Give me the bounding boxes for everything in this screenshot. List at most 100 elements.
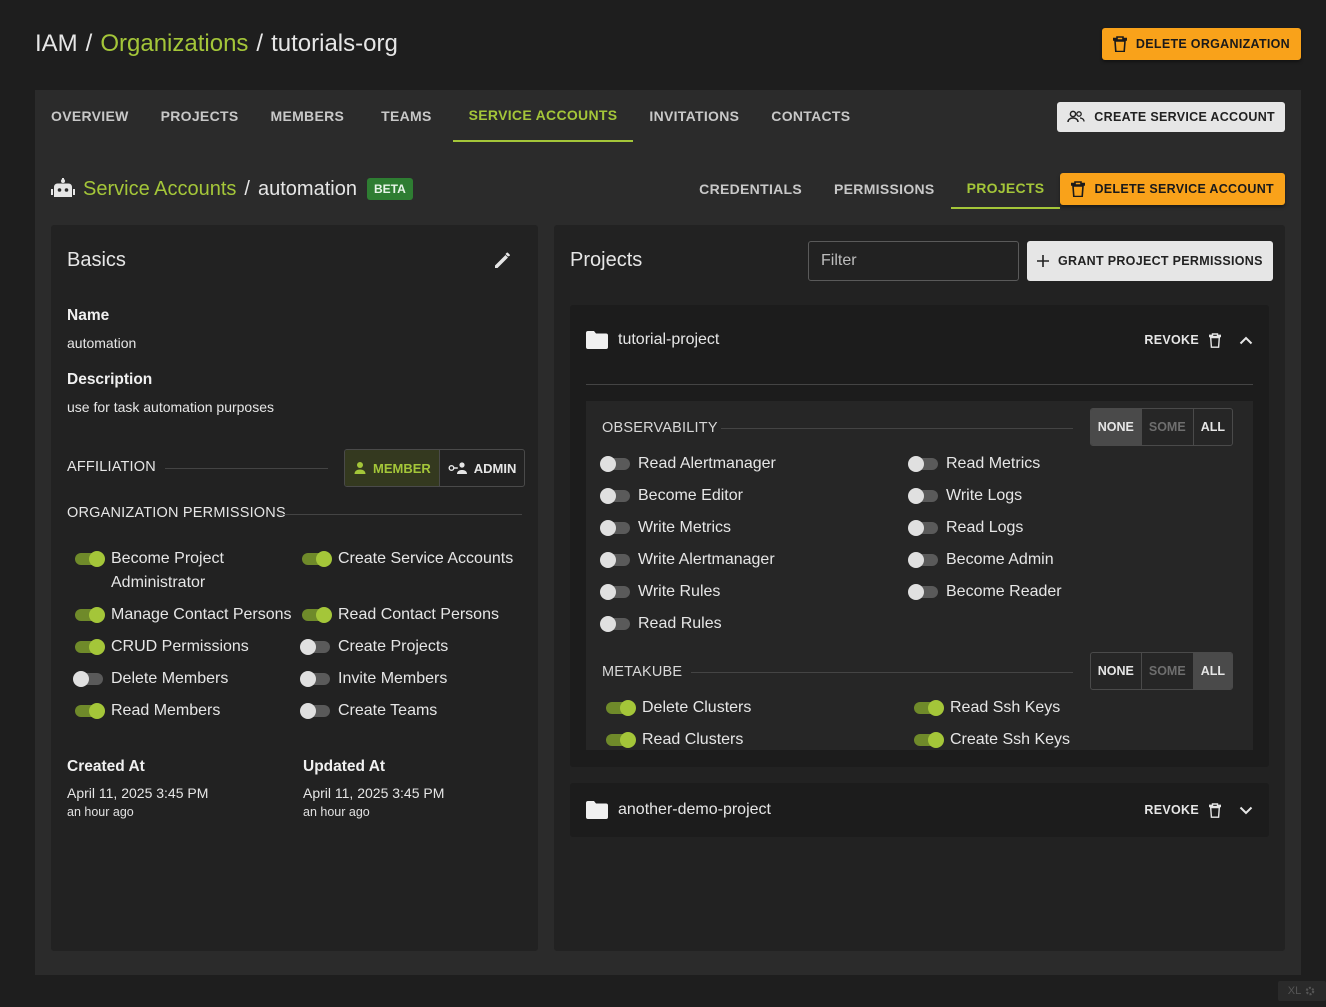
perm-crud-permissions[interactable]: CRUD Permissions — [75, 635, 249, 659]
toggle-switch[interactable] — [300, 671, 330, 687]
perm-read-rules[interactable]: Read Rules — [600, 612, 722, 636]
toggle-switch[interactable] — [908, 584, 938, 600]
project-permissions-body: OBSERVABILITY NONE SOME ALL Read Alertma… — [586, 401, 1253, 750]
revoke-button[interactable]: REVOKE — [1144, 802, 1221, 818]
perm-delete-clusters[interactable]: Delete Clusters — [606, 696, 751, 720]
tab-projects-sa[interactable]: PROJECTS — [950, 169, 1061, 209]
trash-icon — [1112, 36, 1127, 52]
breadcrumb-current: tutorials-org — [271, 30, 398, 57]
revoke-button[interactable]: REVOKE — [1144, 332, 1221, 348]
tab-overview[interactable]: OVERVIEW — [35, 90, 145, 142]
toggle-switch[interactable] — [600, 488, 630, 504]
toggle-switch[interactable] — [302, 551, 332, 567]
perm-become-reader[interactable]: Become Reader — [908, 580, 1062, 604]
delete-service-account-button[interactable]: DELETE SERVICE ACCOUNT — [1060, 173, 1285, 205]
segment-all[interactable]: ALL — [1192, 653, 1232, 689]
tab-credentials[interactable]: CREDENTIALS — [683, 169, 818, 209]
toggle-switch[interactable] — [600, 584, 630, 600]
toggle-switch[interactable] — [75, 551, 105, 567]
toggle-switch[interactable] — [75, 639, 105, 655]
segment-some[interactable]: SOME — [1140, 653, 1193, 689]
perm-read-clusters[interactable]: Read Clusters — [606, 728, 743, 750]
tab-service-accounts[interactable]: SERVICE ACCOUNTS — [452, 90, 634, 142]
breadcrumb-organizations-link[interactable]: Organizations — [100, 30, 248, 58]
tab-projects[interactable]: PROJECTS — [145, 90, 255, 142]
group-title-metakube: METAKUBE — [602, 664, 683, 680]
tab-permissions[interactable]: PERMISSIONS — [818, 169, 951, 209]
affiliation-admin-option[interactable]: ADMIN — [438, 450, 525, 486]
toggle-switch[interactable] — [606, 732, 636, 748]
chevron-down-icon[interactable] — [1239, 806, 1253, 815]
tab-teams[interactable]: TEAMS — [360, 90, 453, 142]
toggle-switch[interactable] — [73, 671, 103, 687]
perm-delete-members[interactable]: Delete Members — [73, 667, 228, 691]
toggle-switch[interactable] — [908, 488, 938, 504]
perm-write-alertmanager[interactable]: Write Alertmanager — [600, 548, 775, 572]
perm-create-projects[interactable]: Create Projects — [300, 635, 448, 659]
affiliation-member-option[interactable]: MEMBER — [345, 450, 439, 486]
toggle-switch[interactable] — [908, 456, 938, 472]
perm-invite-members[interactable]: Invite Members — [300, 667, 447, 691]
perm-become-admin[interactable]: Become Admin — [908, 548, 1054, 572]
perm-manage-contact-persons[interactable]: Manage Contact Persons — [75, 603, 292, 627]
create-service-account-button[interactable]: CREATE SERVICE ACCOUNT — [1057, 102, 1285, 132]
perm-read-ssh-keys[interactable]: Read Ssh Keys — [914, 696, 1060, 720]
delete-organization-button[interactable]: DELETE ORGANIZATION — [1101, 28, 1301, 60]
divider — [691, 672, 1073, 673]
trash-icon — [1071, 181, 1086, 197]
tab-invitations[interactable]: INVITATIONS — [633, 90, 755, 142]
toggle-switch[interactable] — [600, 552, 630, 568]
segment-none[interactable]: NONE — [1090, 409, 1141, 445]
tab-members[interactable]: MEMBERS — [254, 90, 360, 142]
segment-all[interactable]: ALL — [1192, 409, 1232, 445]
segment-none[interactable]: NONE — [1091, 653, 1141, 689]
service-account-name: automation — [257, 177, 357, 200]
member-label: MEMBER — [373, 460, 431, 476]
basics-title: Basics — [67, 249, 126, 271]
toggle-switch[interactable] — [300, 703, 330, 719]
filter-input[interactable] — [808, 241, 1019, 281]
grant-project-permissions-button[interactable]: GRANT PROJECT PERMISSIONS — [1027, 241, 1273, 281]
tab-contacts[interactable]: CONTACTS — [755, 90, 866, 142]
perm-create-service-accounts[interactable]: Create Service Accounts — [302, 547, 513, 571]
toggle-switch[interactable] — [908, 520, 938, 536]
organization-permissions-label: ORGANIZATION PERMISSIONS — [67, 505, 286, 521]
perm-read-contact-persons[interactable]: Read Contact Persons — [302, 603, 499, 627]
perm-write-metrics[interactable]: Write Metrics — [600, 516, 731, 540]
toggle-switch[interactable] — [600, 616, 630, 632]
grant-project-permissions-label: GRANT PROJECT PERMISSIONS — [1058, 254, 1263, 268]
trash-icon — [1209, 802, 1221, 818]
toggle-switch[interactable] — [606, 700, 636, 716]
toggle-switch[interactable] — [600, 456, 630, 472]
perm-read-members[interactable]: Read Members — [75, 699, 220, 723]
segment-some[interactable]: SOME — [1140, 409, 1193, 445]
toggle-switch[interactable] — [75, 607, 105, 623]
perm-create-teams[interactable]: Create Teams — [300, 699, 437, 723]
perm-read-logs[interactable]: Read Logs — [908, 516, 1023, 540]
toggle-switch[interactable] — [75, 703, 105, 719]
chevron-up-icon[interactable] — [1239, 336, 1253, 345]
beta-badge: BETA — [366, 178, 413, 200]
toggle-switch[interactable] — [300, 639, 330, 655]
toggle-switch[interactable] — [600, 520, 630, 536]
perm-read-metrics[interactable]: Read Metrics — [908, 452, 1040, 476]
project-item-tutorial-project: tutorial-project REVOKE OBSERVABILITY NO… — [570, 305, 1269, 767]
toggle-switch[interactable] — [914, 732, 944, 748]
perm-write-logs[interactable]: Write Logs — [908, 484, 1022, 508]
perm-read-alertmanager[interactable]: Read Alertmanager — [600, 452, 776, 476]
projects-panel: Projects GRANT PROJECT PERMISSIONS tutor… — [554, 225, 1285, 951]
perm-become-project-administrator[interactable]: Become Project Administrator — [75, 547, 275, 595]
affiliation-label: AFFILIATION — [67, 459, 156, 475]
perm-write-rules[interactable]: Write Rules — [600, 580, 720, 604]
project-header[interactable]: tutorial-project REVOKE — [586, 305, 1253, 375]
created-at-label: Created At — [67, 758, 145, 775]
perm-create-ssh-keys[interactable]: Create Ssh Keys — [914, 728, 1070, 750]
perm-become-editor[interactable]: Become Editor — [600, 484, 743, 508]
project-header[interactable]: another-demo-project REVOKE — [586, 783, 1253, 837]
toggle-switch[interactable] — [302, 607, 332, 623]
robot-icon — [51, 178, 75, 197]
toggle-switch[interactable] — [914, 700, 944, 716]
toggle-switch[interactable] — [908, 552, 938, 568]
service-accounts-link[interactable]: Service Accounts — [83, 178, 236, 201]
edit-icon[interactable] — [492, 249, 514, 276]
